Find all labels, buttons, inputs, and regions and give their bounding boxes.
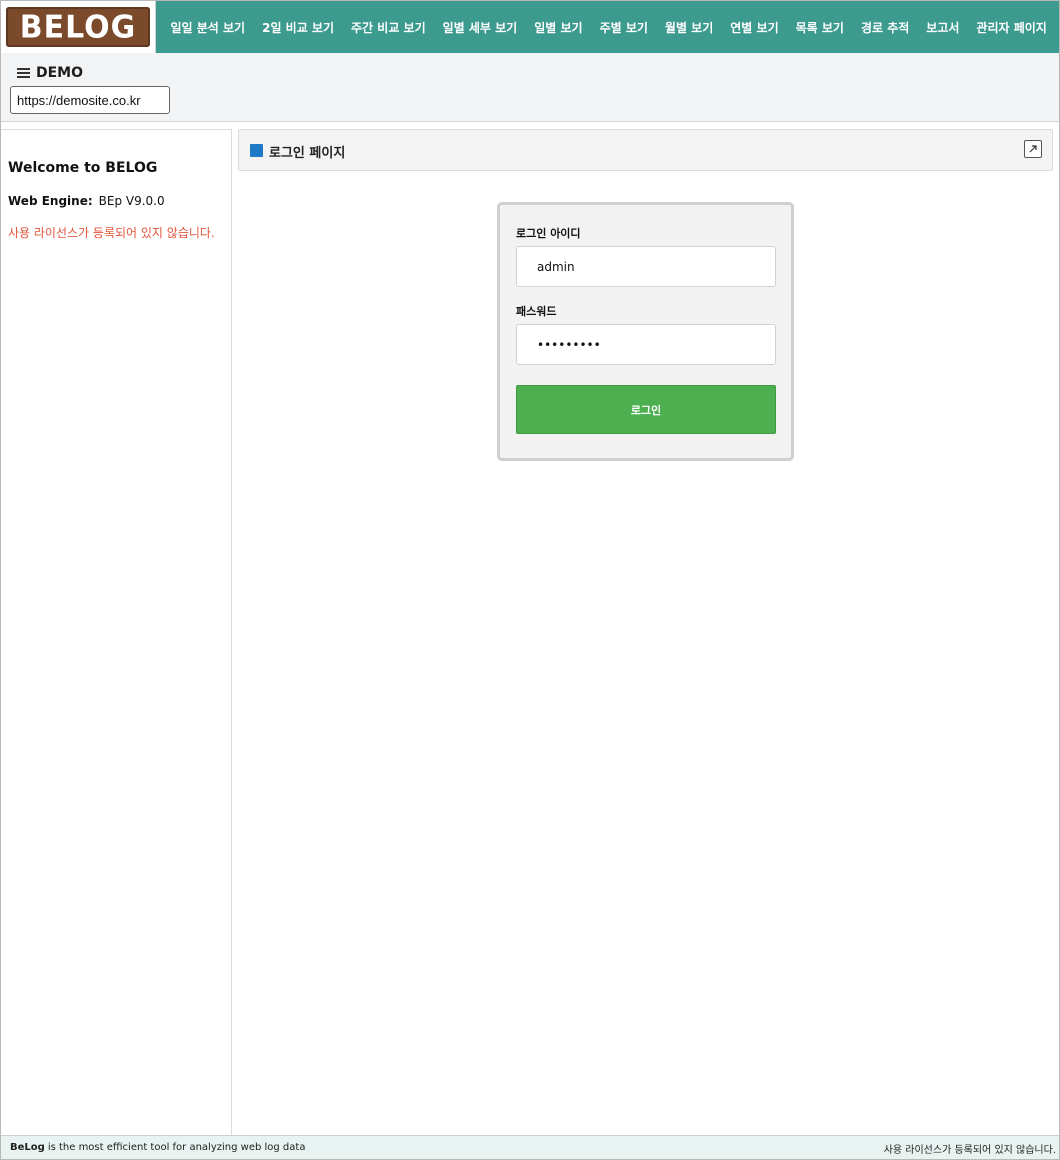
license-warning: 사용 라이선스가 등록되어 있지 않습니다. (8, 226, 215, 240)
page-header: 로그인 페이지 (238, 129, 1053, 171)
footer-tagline: BeLog is the most efficient tool for anal… (10, 1142, 305, 1153)
blue-square-icon (250, 144, 263, 157)
footer: BeLog is the most efficient tool for anal… (1, 1135, 1059, 1159)
nav-item-daily-detail[interactable]: 일별 세부 보기 (434, 19, 526, 36)
logo-text: BELOG (19, 8, 137, 46)
nav-item-by-day[interactable]: 일별 보기 (526, 19, 591, 36)
footer-tagline-text: is the most efficient tool for analyzing… (47, 1142, 306, 1153)
nav-item-weekly-compare[interactable]: 주간 비교 보기 (343, 19, 435, 36)
logo-container[interactable]: BELOG (1, 1, 156, 53)
password-value: ••••••••• (537, 337, 601, 352)
hamburger-menu-icon[interactable] (17, 66, 30, 80)
nav-item-list-view[interactable]: 목록 보기 (787, 19, 852, 36)
welcome-heading: Welcome to BELOG (8, 160, 158, 176)
top-navigation-bar: BELOG 일일 분석 보기 2일 비교 보기 주간 비교 보기 일별 세부 보… (1, 1, 1059, 53)
nav-item-admin[interactable]: 관리자 페이지 (968, 19, 1055, 36)
footer-brand: BeLog (10, 1142, 45, 1153)
site-bar: DEMO (1, 53, 1059, 122)
nav-item-report[interactable]: 보고서 (918, 19, 968, 36)
login-id-label: 로그인 아이디 (516, 227, 581, 240)
app-window: BELOG 일일 분석 보기 2일 비교 보기 주간 비교 보기 일별 세부 보… (0, 0, 1060, 1160)
nav-item-two-day-compare[interactable]: 2일 비교 보기 (254, 19, 343, 36)
arrow-up-right-icon (1029, 145, 1037, 153)
login-id-value: admin (537, 259, 575, 274)
engine-info: Web Engine: BEp V9.0.0 (8, 194, 165, 208)
nav-item-path-tracking[interactable]: 경로 추적 (852, 19, 917, 36)
engine-version: BEp V9.0.0 (98, 194, 165, 208)
login-button[interactable]: 로그인 (516, 385, 776, 434)
page-title: 로그인 페이지 (269, 146, 346, 161)
belog-logo: BELOG (6, 7, 150, 47)
password-input[interactable]: ••••••••• (516, 324, 776, 365)
footer-license-notice: 사용 라이선스가 등록되어 있지 않습니다. (883, 1145, 1056, 1156)
main-content: 로그인 페이지 로그인 아이디 admin 패스워드 ••••••••• 로그인 (238, 129, 1053, 1135)
nav-item-by-week[interactable]: 주별 보기 (591, 19, 656, 36)
nav-item-by-year[interactable]: 연별 보기 (722, 19, 787, 36)
engine-label: Web Engine: (8, 194, 93, 208)
nav-item-by-month[interactable]: 월별 보기 (656, 19, 721, 36)
site-selector[interactable]: DEMO (17, 65, 83, 81)
site-title: DEMO (36, 65, 84, 81)
login-card: 로그인 아이디 admin 패스워드 ••••••••• 로그인 (497, 202, 794, 461)
main-nav: 일일 분석 보기 2일 비교 보기 주간 비교 보기 일별 세부 보기 일별 보… (156, 1, 1055, 53)
site-url-input[interactable] (10, 86, 170, 114)
nav-item-daily-analysis[interactable]: 일일 분석 보기 (162, 19, 254, 36)
left-info-panel: Welcome to BELOG Web Engine: BEp V9.0.0 사… (1, 129, 232, 1136)
expand-icon[interactable] (1024, 140, 1042, 158)
login-id-input[interactable]: admin (516, 246, 776, 287)
password-label: 패스워드 (516, 305, 557, 318)
